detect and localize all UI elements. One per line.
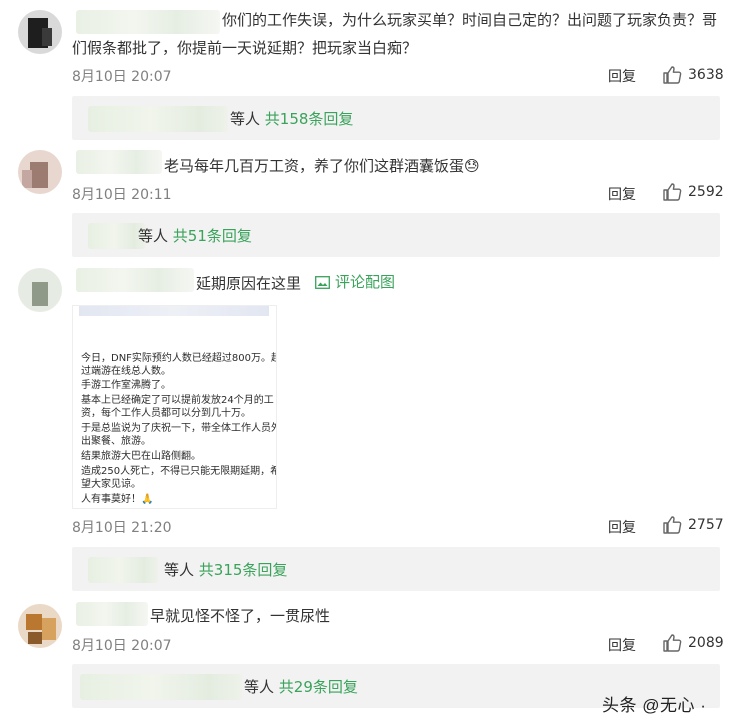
- image-text-line: 手游工作室沸腾了。: [81, 380, 171, 391]
- comment-time: 8月10日 20:07: [72, 638, 172, 654]
- sub-usernames-blurred: [88, 106, 228, 132]
- image-text-line: 今日，DNF实际预约人数已经超过800万。超: [81, 353, 277, 364]
- comment-text-line1: 你们的工作失误，为什么玩家买单？时间自己定的？出问题了玩家负责？哥: [222, 11, 718, 29]
- image-text-line: 人有事莫好！🙏: [81, 494, 154, 505]
- comment-time: 8月10日 20:07: [72, 69, 172, 85]
- emoji: 😓: [464, 157, 480, 175]
- sub-reply-count-link[interactable]: 共158条回复: [265, 110, 354, 128]
- comment-image[interactable]: 今日，DNF实际预约人数已经超过800万。超 过端游在线总人数。 手游工作室沸腾了。…: [72, 305, 277, 509]
- like-count: 2757: [688, 517, 724, 533]
- avatar[interactable]: [18, 604, 62, 648]
- image-text-line: 于是总监说为了庆祝一下，带全体工作人员外: [81, 423, 277, 434]
- comment-image-link[interactable]: 评论配图: [301, 268, 395, 296]
- like-count: 2592: [688, 184, 724, 200]
- comment-text: 老马每年几百万工资，养了你们这群酒囊饭蛋😓: [164, 157, 480, 175]
- thumbs-up-icon: [663, 516, 682, 534]
- thumbs-up-icon: [663, 66, 682, 84]
- comment-text: 延期原因在这里 评论配图: [196, 268, 395, 298]
- sub-replies-box[interactable]: 等人 共51条回复: [72, 213, 720, 257]
- sub-reply-count-link[interactable]: 共29条回复: [279, 678, 358, 696]
- reply-button[interactable]: 回复: [608, 66, 636, 86]
- image-text-line: 出聚餐、旅游。: [81, 436, 151, 447]
- image-text-line: 过端游在线总人数。: [81, 366, 171, 377]
- username-blurred: [76, 268, 194, 292]
- image-text-line: 望大家见谅。: [81, 479, 141, 490]
- comment-text-line2: 们假条都批了，你提前一天说延期？把玩家当白痴？: [72, 39, 418, 57]
- watermark: 头条 @无心 ·: [602, 696, 707, 715]
- image-text-line: 造成250人死亡，不得已只能无限期延期，希: [81, 466, 277, 477]
- comment-time: 8月10日 20:11: [72, 187, 172, 203]
- reply-button[interactable]: 回复: [608, 184, 636, 204]
- sub-reply-count-link[interactable]: 共315条回复: [199, 561, 288, 579]
- username-blurred: [76, 10, 220, 34]
- sub-usernames-blurred: [88, 557, 158, 583]
- image-icon: [315, 275, 330, 289]
- reply-button[interactable]: 回复: [608, 635, 636, 655]
- sub-replies-box[interactable]: 等人 共158条回复: [72, 96, 720, 140]
- like-button[interactable]: 2592: [662, 182, 724, 202]
- like-button[interactable]: 3638: [662, 65, 724, 85]
- sub-reply-count-link[interactable]: 共51条回复: [173, 227, 252, 245]
- image-text-line: 资，每个工作人员都可以分到几十万。: [81, 408, 251, 419]
- sub-replies-label: 等人 共29条回复: [244, 678, 358, 696]
- sub-replies-box[interactable]: 等人 共315条回复: [72, 547, 720, 591]
- comment-text: 早就见怪不怪了，一贯尿性: [150, 607, 331, 625]
- like-count: 2089: [688, 635, 724, 651]
- avatar[interactable]: [18, 150, 62, 194]
- reply-button[interactable]: 回复: [608, 517, 636, 537]
- like-button[interactable]: 2757: [662, 515, 724, 535]
- username-blurred: [76, 602, 148, 626]
- like-button[interactable]: 2089: [662, 633, 724, 653]
- sub-replies-label: 等人 共158条回复: [230, 110, 354, 128]
- thumbs-up-icon: [663, 183, 682, 201]
- sub-usernames-blurred: [80, 674, 242, 700]
- username-blurred: [76, 150, 162, 174]
- sub-replies-label: 等人 共315条回复: [164, 561, 288, 579]
- image-text-line: 结果旅游大巴在山路侧翻。: [81, 451, 201, 462]
- thumbs-up-icon: [663, 634, 682, 652]
- comment-time: 8月10日 21:20: [72, 520, 172, 536]
- sub-replies-label: 等人 共51条回复: [138, 227, 252, 245]
- like-count: 3638: [688, 67, 724, 83]
- avatar[interactable]: [18, 10, 62, 54]
- image-text-line: 基本上已经确定了可以提前发放24个月的工: [81, 395, 274, 406]
- image-header-blurred: [79, 306, 269, 316]
- avatar[interactable]: [18, 268, 62, 312]
